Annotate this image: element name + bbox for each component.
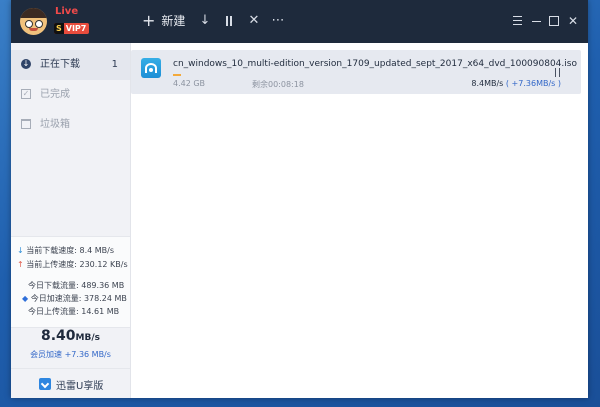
xunlei-logo-icon (39, 378, 51, 390)
download-list: cn_windows_10_multi-edition_version_1709… (131, 43, 588, 398)
today-download-row: 今日下载流量: 489.36 MB (28, 280, 124, 291)
vip-accel-text[interactable]: 会员加速 +7.36 MB/s (11, 349, 130, 360)
task-progress-bar (173, 74, 231, 76)
task-progress-fill (173, 74, 181, 76)
drop-icon: ◆ (22, 294, 29, 303)
task-file-size: 4.42 GB (173, 79, 206, 88)
new-task-button[interactable]: + 新建 (142, 10, 185, 32)
total-speed: 8.40MB/s (11, 328, 130, 344)
plus-icon: + (142, 11, 156, 30)
current-upload-row: ↑ 当前上传速度: 230.12 KB/s (17, 259, 128, 270)
speed-stats-panel: ↓ 当前下载速度: 8.4 MB/s ↑ 当前上传速度: 230.12 KB/s… (11, 236, 130, 328)
arrow-down-icon: ↓ (17, 246, 24, 255)
arrow-up-icon: ↑ (17, 260, 24, 269)
title-bar: Live S VIP7 + 新建 ↓ ✕ ⋯ ✕ (11, 0, 588, 43)
vip-s-label: S (54, 23, 64, 34)
new-task-label: 新建 (161, 14, 186, 28)
sidebar-item-trash[interactable]: 垃圾箱 (11, 110, 130, 140)
stat-label: 今日加速流量: (30, 294, 82, 303)
task-accel-value: ( +7.36MB/s ) (505, 79, 561, 88)
stat-value: 8.4 MB/s (79, 246, 115, 255)
stat-value: 489.36 MB (81, 281, 125, 290)
stat-label: 当前上传速度: (26, 260, 77, 269)
stat-value: 230.12 KB/s (79, 260, 128, 269)
check-box-icon: ✓ (21, 89, 31, 99)
more-icon[interactable]: ⋯ (270, 13, 286, 29)
sidebar-item-label: 正在下载 (40, 59, 80, 70)
stat-label: 今日下载流量: (28, 281, 79, 290)
stat-label: 今日上传流量: (28, 307, 79, 316)
download-task-row[interactable]: cn_windows_10_multi-edition_version_1709… (131, 50, 581, 94)
stat-value: 14.61 MB (81, 307, 120, 316)
stat-label: 当前下载速度: (26, 246, 77, 255)
sidebar-item-downloading[interactable]: ↓ 正在下载 1 (11, 50, 130, 80)
trash-icon (21, 119, 31, 129)
close-icon[interactable]: ✕ (566, 13, 580, 29)
task-pause-icon[interactable] (555, 62, 565, 77)
stat-value: 378.24 MB (83, 294, 127, 303)
downloading-count: 1 (111, 59, 118, 70)
today-accel-row: ◆ 今日加速流量: 378.24 MB (22, 293, 127, 304)
vip-level-label: VIP7 (65, 24, 87, 33)
live-label: Live (55, 6, 79, 17)
brand-label: 迅雷U享版 (56, 381, 104, 392)
today-upload-row: 今日上传流量: 14.61 MB (28, 306, 119, 317)
total-speed-unit: MB/s (75, 333, 100, 343)
sidebar: ↓ 正在下载 1 ✓ 已完成 垃圾箱 ↓ 当前下载速度: 8.4 MB/s ↑ … (11, 43, 131, 398)
total-speed-value: 8.40 (40, 328, 76, 344)
user-avatar[interactable] (20, 8, 47, 35)
sidebar-item-completed[interactable]: ✓ 已完成 (11, 80, 130, 110)
download-circle-icon: ↓ (21, 59, 31, 69)
task-file-name: cn_windows_10_multi-edition_version_1709… (173, 59, 577, 69)
app-window: Live S VIP7 + 新建 ↓ ✕ ⋯ ✕ ↓ 正在下载 1 ✓ 已完成 垃圾… (11, 0, 588, 398)
delete-icon[interactable]: ✕ (246, 13, 262, 29)
menu-icon[interactable] (510, 13, 524, 29)
pause-all-icon[interactable] (221, 13, 237, 29)
task-speed: 8.4MB/s ( +7.36MB/s ) (471, 79, 561, 88)
brand-link[interactable]: 迅雷U享版 (11, 368, 130, 399)
disc-image-icon (141, 58, 161, 78)
minimize-icon[interactable] (529, 13, 543, 29)
vip-badge[interactable]: S VIP7 (54, 23, 90, 34)
task-speed-value: 8.4MB/s (471, 79, 504, 88)
task-remaining-time: 剩余00:08:18 (252, 80, 304, 89)
download-arrow-icon[interactable]: ↓ (197, 13, 213, 29)
sidebar-item-label: 已完成 (40, 89, 70, 100)
sidebar-item-label: 垃圾箱 (40, 119, 70, 130)
current-download-row: ↓ 当前下载速度: 8.4 MB/s (17, 245, 114, 256)
maximize-icon[interactable] (547, 13, 561, 29)
